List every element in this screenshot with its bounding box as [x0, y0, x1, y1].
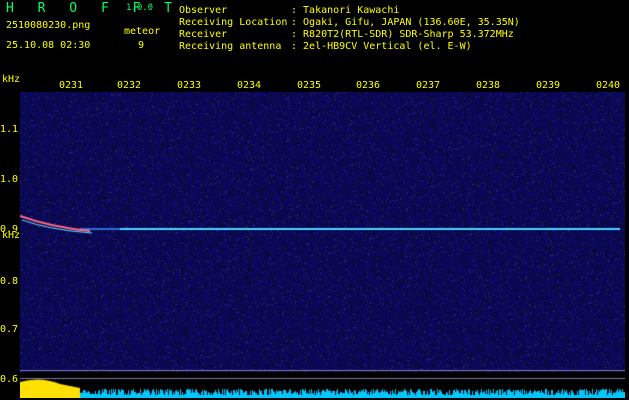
- observer-label: Observer: [179, 5, 228, 16]
- y-tick-label: 1.1: [0, 124, 19, 135]
- x-tick-label: 0238: [476, 80, 501, 91]
- y-tick-label: 0.6: [0, 374, 19, 385]
- app-version: 1.0.0: [126, 3, 154, 13]
- x-tick-label: 0240: [596, 80, 621, 91]
- meteor-label: meteor: [124, 26, 161, 37]
- date-time: 25.10.08 02:30: [6, 40, 91, 51]
- x-tick-label: 0239: [536, 80, 561, 91]
- y-tick-label: 0.7: [0, 324, 19, 335]
- app-logo: H R O F F T: [6, 1, 181, 16]
- x-tick-label: 0231: [59, 80, 84, 91]
- receiver-label: Receiver: [179, 29, 228, 40]
- meteor-count: 9: [138, 40, 145, 51]
- x-tick-label: 0237: [416, 80, 441, 91]
- x-tick-label: 0235: [297, 80, 322, 91]
- receiver-value: : R820T2(RTL-SDR) SDR-Sharp 53.372MHz: [291, 29, 514, 40]
- x-tick-label: 0233: [177, 80, 202, 91]
- antenna-label: Receiving antenna: [179, 41, 282, 52]
- y-unit-top: kHz: [2, 74, 21, 85]
- spectrogram: [20, 92, 625, 398]
- x-tick-label: 0232: [117, 80, 142, 91]
- file-name: 2510080230.png: [6, 20, 91, 31]
- y-tick-label: 0.9: [0, 224, 19, 235]
- antenna-value: : 2el-HB9CV Vertical (el. E-W): [291, 41, 472, 52]
- x-tick-label: 0236: [356, 80, 381, 91]
- location-label: Receiving Location: [179, 17, 288, 28]
- x-tick-label: 0234: [237, 80, 262, 91]
- location-value: : Ogaki, Gifu, JAPAN (136.60E, 35.35N): [291, 17, 520, 28]
- y-tick-label: 0.8: [0, 276, 19, 287]
- observer-value: : Takanori Kawachi: [291, 5, 400, 16]
- y-tick-label: 1.0: [0, 174, 19, 185]
